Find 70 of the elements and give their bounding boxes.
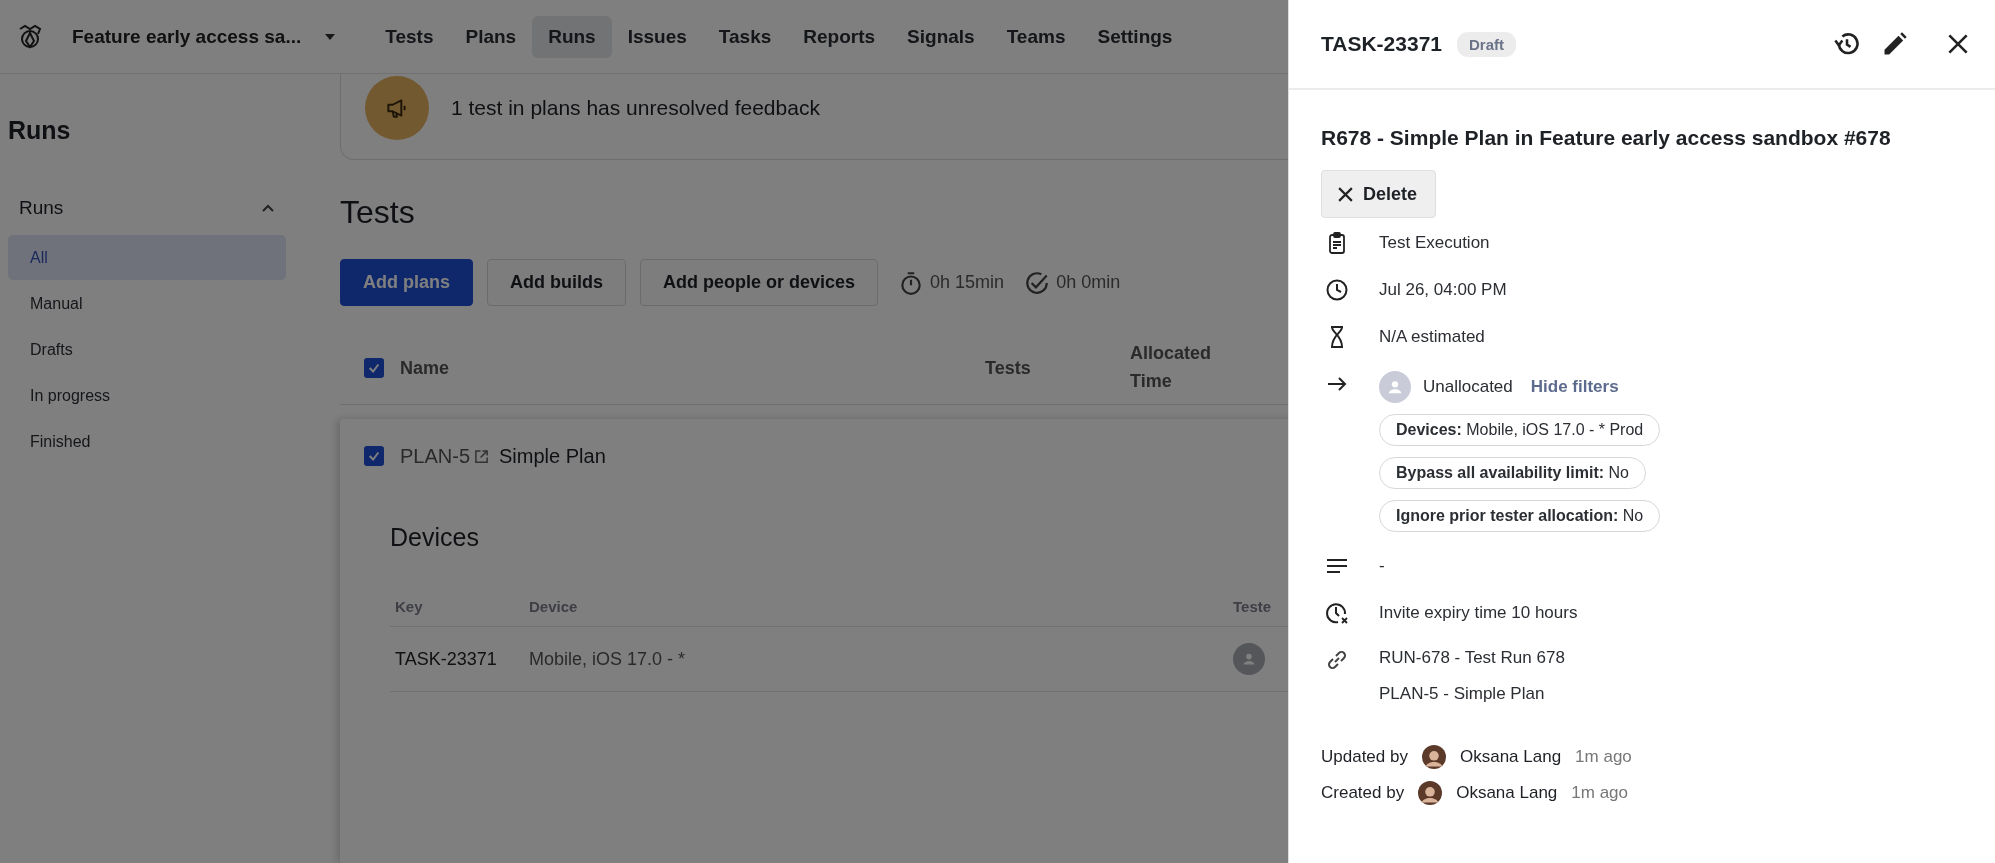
nav-tab[interactable]: Teams: [990, 15, 1082, 58]
time-stat: 0h 15min: [930, 272, 1005, 293]
table-cell-text: Mobile, iOS 17.0 - *: [529, 648, 687, 670]
clock-icon: [1325, 278, 1349, 302]
task-key: TASK-23371: [1321, 32, 1442, 56]
page-title: Runs: [8, 116, 72, 145]
sidebar-item[interactable]: All: [8, 235, 286, 280]
plan-checkbox[interactable]: [364, 446, 384, 466]
column-header: Teste: [1233, 597, 1272, 615]
timestamp: 1m ago: [1575, 747, 1632, 767]
check-circle-icon: [1024, 269, 1051, 296]
column-header: Device: [529, 597, 579, 615]
sidebar-item[interactable]: Finished: [8, 419, 286, 464]
banner-text: 1 test in plans has unresolved feedback: [451, 95, 820, 120]
section-toggle[interactable]: Runs: [8, 193, 286, 223]
timestamp: 1m ago: [1571, 783, 1628, 803]
nav-tab[interactable]: Settings: [1081, 15, 1189, 58]
nav-tab[interactable]: Runs: [532, 15, 612, 58]
delete-button[interactable]: Delete: [1321, 170, 1437, 218]
nav-tab[interactable]: Tests: [369, 15, 450, 58]
check-icon: [367, 361, 381, 375]
nav-tab[interactable]: Plans: [449, 15, 533, 58]
avatar-icon: [1379, 371, 1411, 403]
nav-tab[interactable]: Issues: [611, 15, 703, 58]
user-name: Oksana Lang: [1459, 747, 1562, 767]
detail-text: Jul 26, 04:00 PM: [1379, 279, 1507, 301]
task-title: R678 - Simple Plan in Feature early access sandbox #678: [1321, 126, 1892, 150]
column-header: Allocated Time: [1130, 342, 1213, 393]
devices-heading: Devices: [390, 523, 480, 552]
section-title: Tests: [340, 194, 416, 231]
column-header: Key: [394, 597, 424, 615]
audit-label: Updated by: [1321, 747, 1408, 767]
column-header: Name: [400, 357, 451, 379]
select-all-checkbox[interactable]: [364, 358, 384, 378]
action-button[interactable]: Add plans: [340, 259, 473, 306]
audit-label: Created by: [1321, 783, 1405, 803]
detail-text: Test Execution: [1379, 232, 1490, 254]
link-icon: [1325, 648, 1349, 672]
linked-item[interactable]: PLAN-5 - Simple Plan: [1379, 683, 1545, 705]
avatar-icon: [1233, 643, 1265, 675]
linked-item[interactable]: RUN-678 - Test Run 678: [1379, 647, 1565, 669]
nav-tab[interactable]: Signals: [891, 15, 991, 58]
check-icon: [367, 449, 381, 463]
detail-text: N/A estimated: [1379, 326, 1485, 348]
detail-text: Invite expiry time 10 hours: [1379, 602, 1578, 624]
caret-icon: [325, 33, 336, 40]
nav-tab[interactable]: Reports: [787, 15, 892, 58]
avatar-icon: [1421, 745, 1446, 769]
action-button[interactable]: Add builds: [487, 259, 626, 306]
column-header: Tests: [985, 357, 1032, 379]
hide-filters-link[interactable]: Hide filters: [1530, 377, 1619, 397]
plan-name: Simple Plan: [499, 444, 606, 468]
sidebar-item[interactable]: Manual: [8, 281, 286, 326]
external-link-icon[interactable]: [474, 448, 490, 464]
table-cell-text: TASK-23371: [394, 648, 498, 670]
clock-x-icon: [1325, 601, 1349, 625]
status-badge: Draft: [1457, 31, 1516, 57]
time-stat: 0h 0min: [1056, 272, 1121, 293]
chevron-icon: [262, 204, 274, 212]
sidebar-item[interactable]: In progress: [8, 373, 286, 418]
plan-link[interactable]: PLAN-5: [400, 444, 471, 468]
nav-tab[interactable]: Tasks: [702, 15, 788, 58]
user-name: Oksana Lang: [1456, 783, 1558, 803]
avatar-icon: [1418, 781, 1443, 805]
sidebar-item[interactable]: Drafts: [8, 327, 286, 372]
detail-text: -: [1379, 555, 1385, 577]
action-button[interactable]: Add people or devices: [640, 259, 879, 306]
project-switcher[interactable]: Feature early access sa...: [72, 25, 336, 48]
assignee-text: Unallocated: [1423, 376, 1513, 398]
x-icon: [1337, 185, 1354, 203]
